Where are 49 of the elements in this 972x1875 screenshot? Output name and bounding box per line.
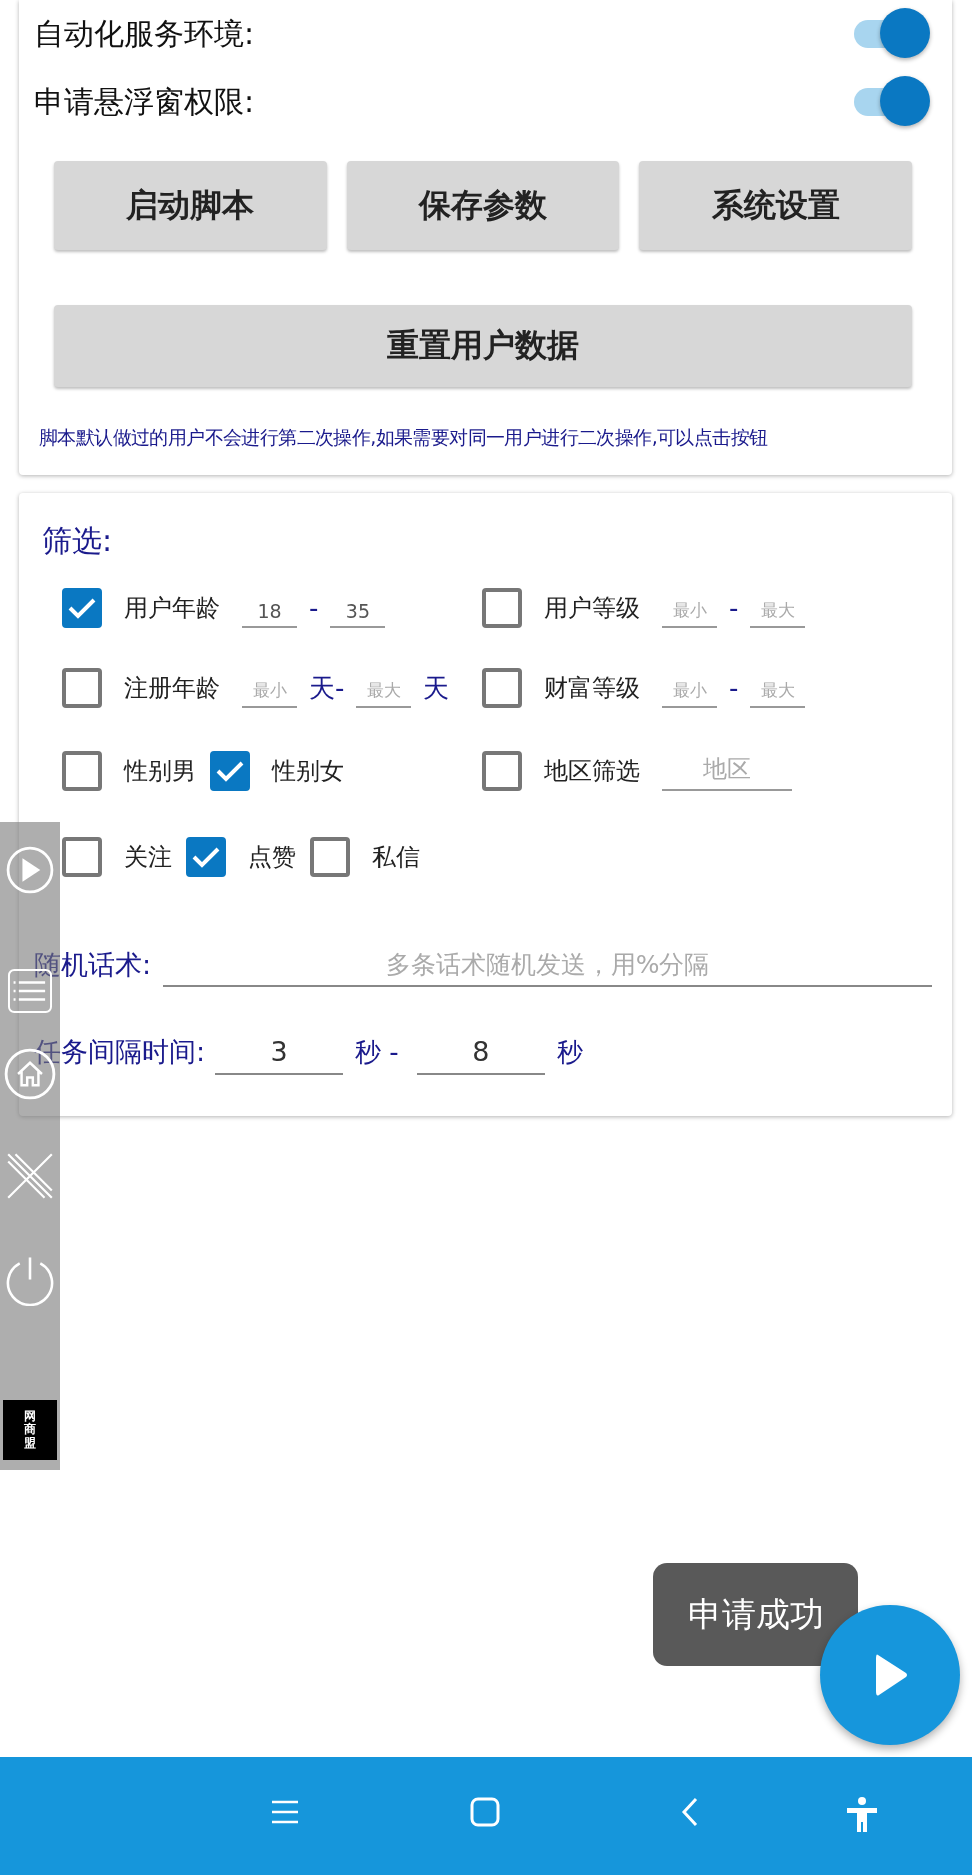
checkbox[interactable] bbox=[62, 588, 102, 628]
checkbox-label: 财富等级 bbox=[544, 673, 640, 704]
action-button[interactable]: 启动脚本 bbox=[54, 161, 327, 250]
checkbox-label: 地区筛选 bbox=[544, 756, 640, 787]
reset-button[interactable]: 重置用户数据 bbox=[54, 305, 912, 387]
checkbox[interactable] bbox=[62, 668, 102, 708]
checkbox-label: 注册年龄 bbox=[124, 673, 220, 704]
toggle-label: 申请悬浮窗权限: bbox=[34, 82, 255, 121]
checkbox[interactable] bbox=[186, 837, 226, 877]
checkbox-label: 关注 bbox=[124, 842, 172, 873]
checkbox[interactable] bbox=[310, 837, 350, 877]
checkbox-label: 用户年龄 bbox=[124, 593, 220, 624]
accessibility-icon[interactable] bbox=[845, 1797, 879, 1833]
input-field[interactable]: 8 bbox=[416, 1029, 545, 1075]
square-icon[interactable] bbox=[470, 1797, 500, 1827]
checkbox[interactable] bbox=[62, 751, 102, 791]
toggle-switch[interactable] bbox=[852, 8, 932, 60]
unit-label: 秒 - bbox=[355, 1035, 399, 1069]
checkbox[interactable] bbox=[482, 588, 522, 628]
input-field[interactable]: 3 bbox=[215, 1029, 344, 1075]
app-logo[interactable]: 网商盟 bbox=[3, 1400, 57, 1460]
toggle-switch[interactable] bbox=[852, 76, 932, 128]
section-title: 筛选: bbox=[42, 522, 113, 560]
toggle-label: 自动化服务环境: bbox=[34, 14, 255, 53]
checkbox-label: 用户等级 bbox=[544, 593, 640, 624]
checkbox[interactable] bbox=[62, 837, 102, 877]
action-button[interactable]: 系统设置 bbox=[639, 161, 912, 250]
play-icon[interactable] bbox=[6, 846, 54, 894]
range-separator: - bbox=[729, 673, 739, 703]
input-field[interactable]: 35 bbox=[330, 588, 386, 628]
checkbox-label: 性别女 bbox=[272, 756, 344, 787]
action-button[interactable]: 保存参数 bbox=[346, 161, 620, 250]
checkbox-label: 私信 bbox=[372, 842, 420, 873]
check-icon bbox=[191, 845, 221, 869]
checkbox-label: 点赞 bbox=[248, 842, 296, 873]
hint-text: 脚本默认做过的用户不会进行第二次操作,如果需要对同一用户进行二次操作,可以点击按钮 bbox=[39, 425, 769, 450]
back-icon[interactable] bbox=[680, 1797, 700, 1827]
range-separator: 天- bbox=[309, 671, 345, 705]
checkbox[interactable] bbox=[210, 751, 250, 791]
checkbox-label: 性别男 bbox=[124, 756, 196, 787]
check-icon bbox=[215, 759, 245, 783]
checkbox[interactable] bbox=[482, 668, 522, 708]
range-separator: - bbox=[309, 593, 319, 623]
input-field[interactable]: 18 bbox=[242, 588, 297, 628]
unit-label: 秒 bbox=[556, 1035, 583, 1069]
checkbox[interactable] bbox=[482, 751, 522, 791]
range-separator: 天 bbox=[423, 671, 450, 705]
check-icon bbox=[67, 596, 97, 620]
range-separator: - bbox=[729, 593, 739, 623]
